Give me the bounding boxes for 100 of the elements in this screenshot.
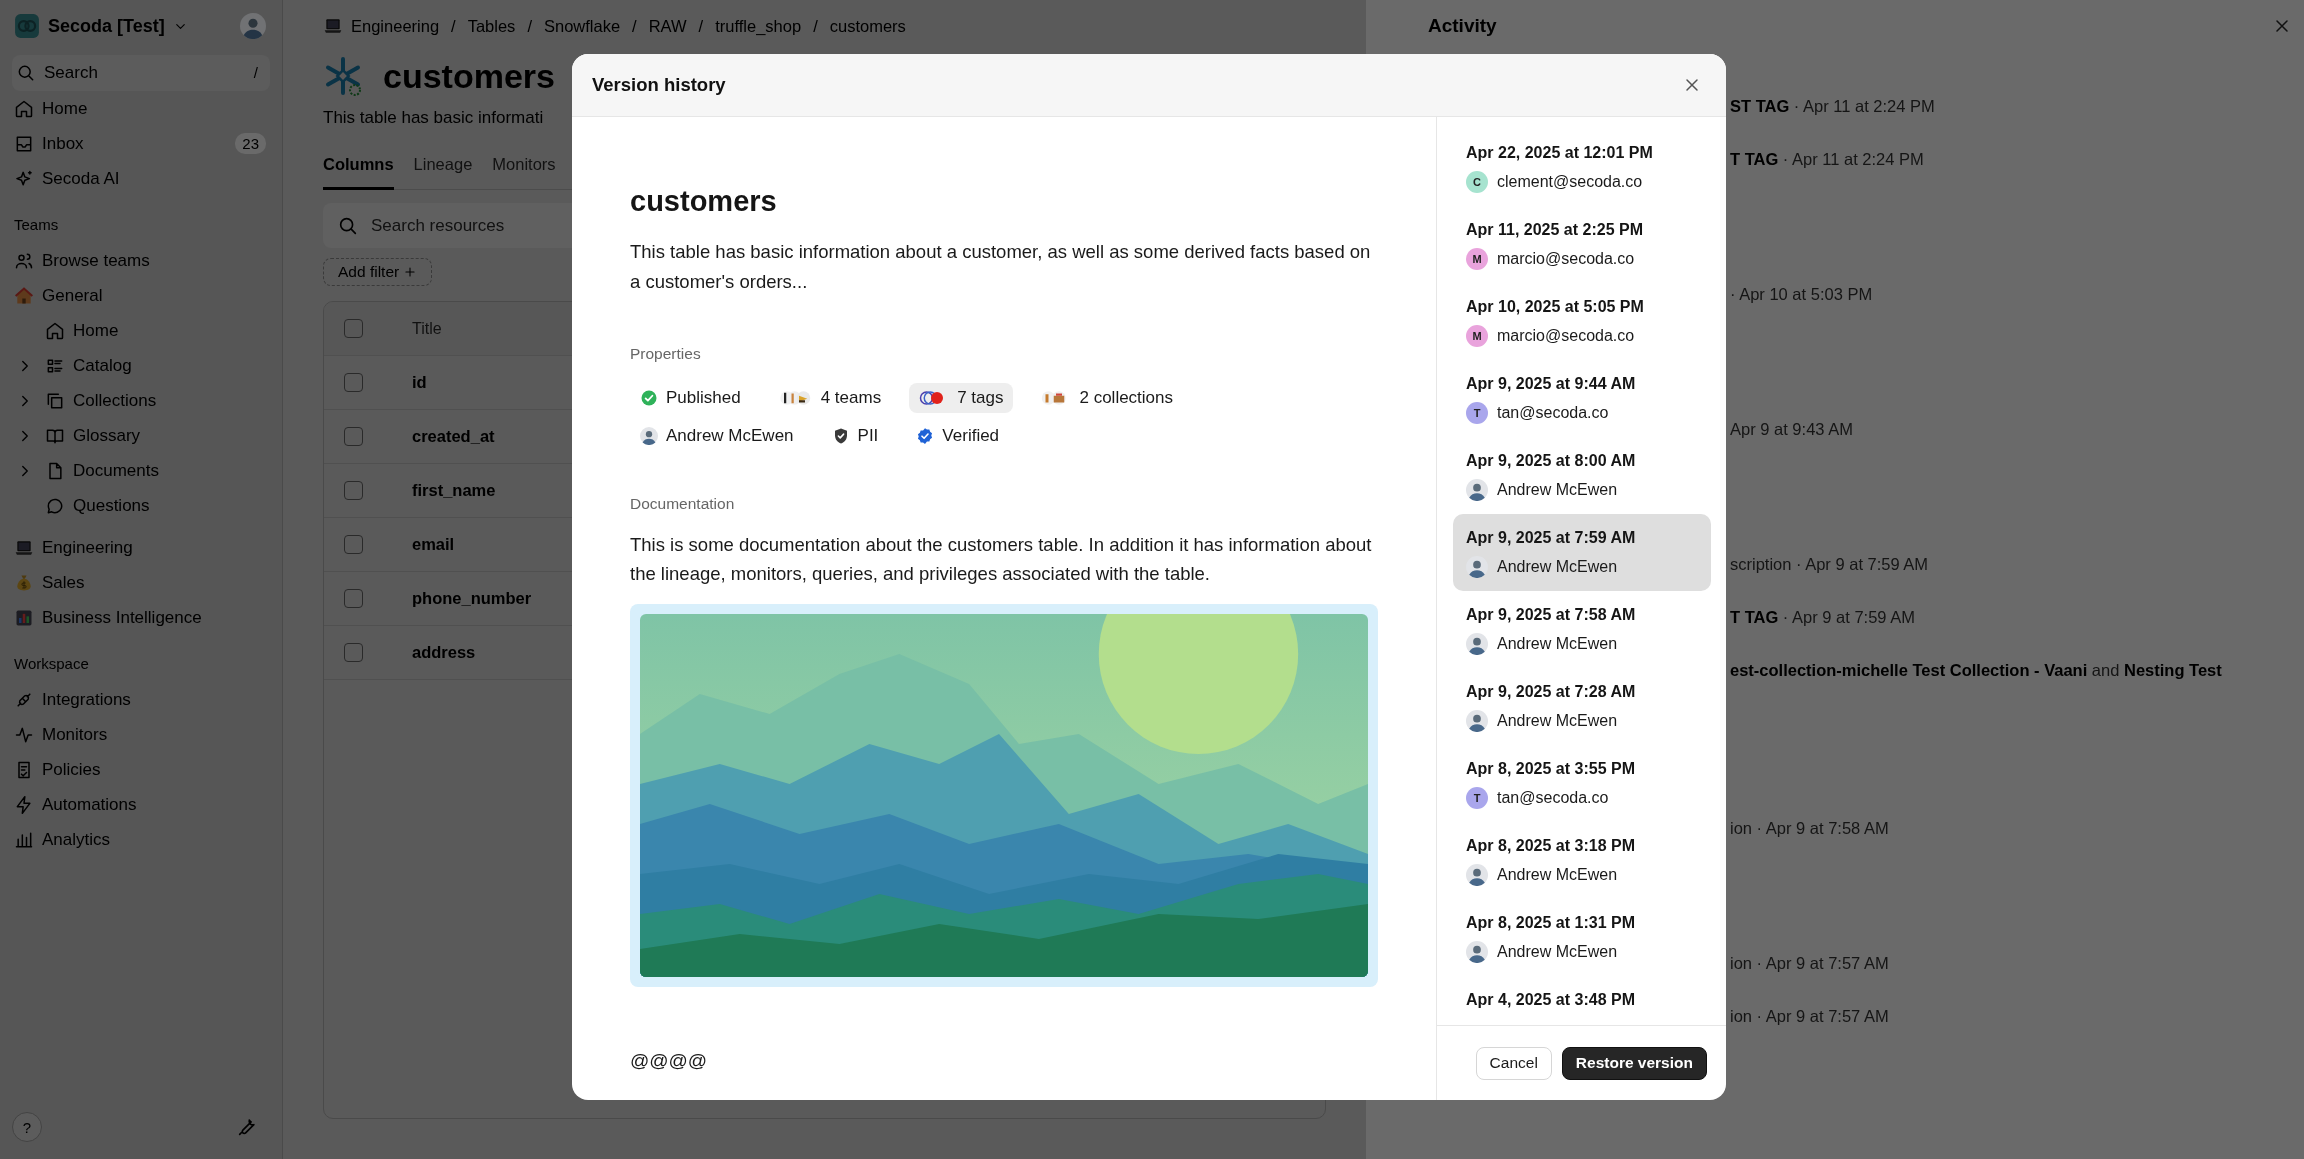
tab[interactable]: Columns <box>323 148 394 190</box>
nav-item[interactable]: Automations <box>12 787 270 822</box>
table-cell: phone_number <box>412 589 532 608</box>
author-name: Andrew McEwen <box>1497 712 1618 730</box>
activity-entry: scription · Apr 9 at 7:59 AM <box>1730 554 1930 575</box>
workspace-switcher[interactable]: Secoda [Test] <box>14 13 192 39</box>
version-item[interactable]: Apr 8, 2025 at 1:31 PM Andrew McEwen <box>1453 899 1711 976</box>
nav-item[interactable]: Documents <box>12 453 270 488</box>
version-date: Apr 8, 2025 at 3:55 PM <box>1466 759 1636 779</box>
property-chip[interactable]: Published <box>630 383 751 413</box>
nav-item[interactable]: Home <box>12 91 270 126</box>
property-chip[interactable]: Verified <box>906 421 1010 451</box>
author-name: marcio@secoda.co <box>1497 327 1635 345</box>
author-name: clement@secoda.co <box>1497 173 1643 191</box>
person-avatar <box>1466 556 1488 578</box>
version-date: Apr 11, 2025 at 2:25 PM <box>1466 220 1644 240</box>
house-icon <box>14 285 34 306</box>
breadcrumb-link[interactable]: Tables <box>467 16 516 36</box>
nav-item[interactable]: General <box>12 278 270 313</box>
version-item[interactable]: Apr 9, 2025 at 8:00 AM Andrew McEwen <box>1453 437 1711 514</box>
property-chip[interactable]: 7 tags <box>909 383 1014 413</box>
version-item[interactable]: Apr 9, 2025 at 7:58 AM Andrew McEwen <box>1453 591 1711 668</box>
breadcrumb-link[interactable]: truffle_shop <box>715 16 802 36</box>
nav-item[interactable]: Secoda AI <box>12 161 270 196</box>
lightning-icon <box>14 794 34 815</box>
author-name: tan@secoda.co <box>1497 404 1609 422</box>
author-name: tan@secoda.co <box>1497 789 1609 807</box>
author-name: Andrew McEwen <box>1497 481 1618 499</box>
verified-badge-icon <box>916 427 935 445</box>
nav-item[interactable]: Home <box>12 313 270 348</box>
table-cell: id <box>412 373 427 392</box>
cancel-button[interactable]: Cancel <box>1475 1046 1552 1080</box>
version-item[interactable]: Apr 9, 2025 at 9:44 AM T tan@secoda.co <box>1453 360 1711 437</box>
nav-item[interactable]: Policies <box>12 752 270 787</box>
nav-item[interactable]: Catalog <box>12 348 270 383</box>
restore-version-button[interactable]: Restore version <box>1561 1046 1707 1080</box>
version-item[interactable]: Apr 8, 2025 at 3:55 PM T tan@secoda.co <box>1453 745 1711 822</box>
section-label: Documentation <box>630 494 736 514</box>
property-chip[interactable]: Andrew McEwen <box>630 421 804 451</box>
nav-item[interactable]: Inbox 23 <box>12 126 270 161</box>
nav-item[interactable]: Collections <box>12 383 270 418</box>
help-button[interactable]: ? <box>12 1112 42 1142</box>
property-chip[interactable]: 2 collections <box>1031 383 1184 413</box>
property-chip[interactable]: PII <box>821 421 889 451</box>
nav-item[interactable]: Questions <box>12 488 270 523</box>
author-name: marcio@secoda.co <box>1497 250 1635 268</box>
breadcrumb-link[interactable]: RAW <box>648 16 687 36</box>
nav-item[interactable]: Sales <box>12 565 270 600</box>
activity-entry: est-collection-michelle Test Collection - Vaani and Nesting Test <box>1730 660 2223 681</box>
panel-title: Activity <box>1428 15 1497 37</box>
nav-item[interactable]: Integrations <box>12 682 270 717</box>
checkbox[interactable] <box>344 319 363 338</box>
version-item[interactable]: Apr 4, 2025 at 3:48 PM <box>1453 976 1711 1025</box>
version-item[interactable]: Apr 10, 2025 at 5:05 PM M marcio@secoda.co <box>1453 283 1711 360</box>
version-item[interactable]: Apr 9, 2025 at 7:28 AM Andrew McEwen <box>1453 668 1711 745</box>
version-date: Apr 9, 2025 at 9:44 AM <box>1466 374 1637 394</box>
laptop-icon <box>323 16 343 36</box>
checkbox[interactable] <box>344 589 363 608</box>
breadcrumb-link[interactable]: Engineering <box>351 16 440 36</box>
version-date: Apr 8, 2025 at 1:31 PM <box>1466 913 1636 933</box>
document-description: This table has basic information about a customer, as well as some derived facts based on a customer's orders... <box>630 240 1372 294</box>
checkbox[interactable] <box>344 373 363 392</box>
add-filter-button[interactable]: Add filter <box>323 258 433 286</box>
checkbox[interactable] <box>344 643 363 662</box>
snowflake-icon <box>323 56 363 96</box>
avatar: T <box>1466 787 1488 809</box>
version-date: Apr 4, 2025 at 3:48 PM <box>1466 990 1636 1010</box>
version-item[interactable]: Apr 11, 2025 at 2:25 PM M marcio@secoda.co <box>1453 206 1711 283</box>
tab[interactable]: Lineage <box>413 148 473 190</box>
logo-icon <box>14 13 40 39</box>
checkbox[interactable] <box>344 481 363 500</box>
document-text: @@@@ <box>630 1049 709 1073</box>
version-item[interactable]: Apr 8, 2025 at 3:18 PM Andrew McEwen <box>1453 822 1711 899</box>
breadcrumb-link[interactable]: Snowflake <box>543 16 621 36</box>
person-avatar <box>1466 633 1488 655</box>
nav-item[interactable]: Analytics <box>12 822 270 857</box>
nav-item[interactable]: Engineering <box>12 530 270 565</box>
search-icon <box>337 215 359 237</box>
version-item[interactable]: Apr 22, 2025 at 12:01 PM C clement@secoda.co <box>1453 129 1711 206</box>
nav-item[interactable]: Business Intelligence <box>12 600 270 635</box>
version-item[interactable]: Apr 9, 2025 at 7:59 AM Andrew McEwen <box>1453 514 1711 591</box>
home-icon <box>14 98 34 119</box>
activity-entry: T TAG · Apr 9 at 7:59 AM <box>1730 607 1916 628</box>
person-avatar <box>1466 941 1488 963</box>
nav-item[interactable]: Browse teams <box>12 243 270 278</box>
section-heading: Teams <box>13 215 60 235</box>
breadcrumb-separator: / <box>813 16 818 36</box>
version-date: Apr 9, 2025 at 7:58 AM <box>1466 605 1637 625</box>
shortcut-key: / <box>253 64 258 81</box>
checkbox[interactable] <box>344 427 363 446</box>
property-chip[interactable]: 4 teams <box>768 383 892 413</box>
breadcrumb-link[interactable]: customers <box>829 16 906 36</box>
person-avatar <box>1466 864 1488 886</box>
nav-item[interactable]: Glossary <box>12 418 270 453</box>
search-icon <box>16 63 36 83</box>
checkbox[interactable] <box>344 535 363 554</box>
tab[interactable]: Monitors <box>492 148 556 190</box>
activity-entry: · Apr 10 at 5:03 PM <box>1730 284 1874 305</box>
nav-item[interactable]: Monitors <box>12 717 270 752</box>
table-cell: created_at <box>412 427 495 446</box>
